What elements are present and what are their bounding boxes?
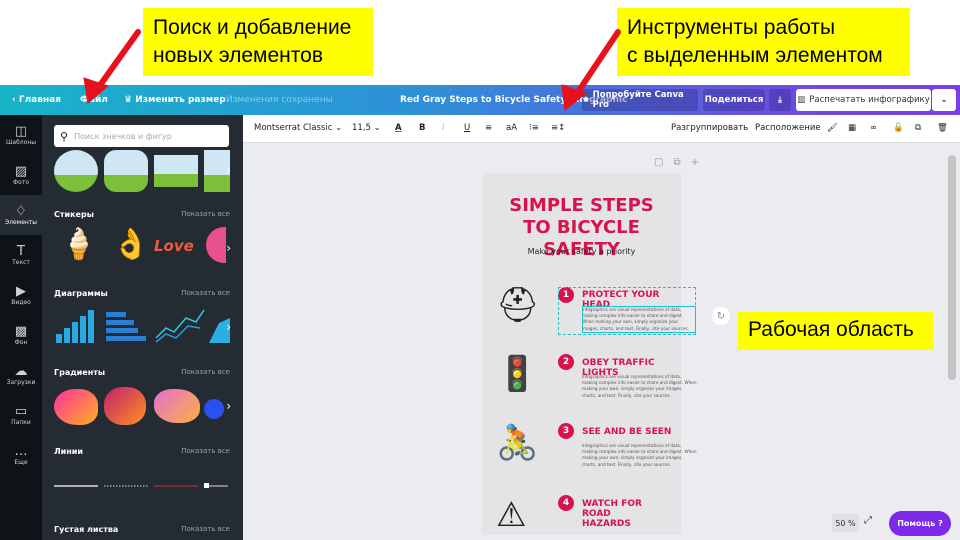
frame-circle[interactable]: [54, 150, 98, 192]
video-icon: ▶: [16, 283, 26, 299]
link-icon[interactable]: ∞: [870, 123, 877, 133]
step-title: WATCH FOR ROAD HAZARDS: [582, 499, 642, 529]
align-icon[interactable]: ≡: [485, 123, 492, 133]
section-gradients: Градиенты Показать все: [54, 368, 230, 377]
stickers-row: 🍦 👌 Love: [60, 227, 230, 272]
section-lines: Линии Показать все: [54, 447, 230, 456]
side-rail: ◫ Шаблоны ▨ Фото ♢ Элементы T Текст ▶ Видео ▩…: [0, 115, 42, 540]
shapes-icon: ♢: [15, 203, 27, 219]
elements-panel: ⚲ Поиск значков и фигур › Стикеры Показать…: [42, 115, 253, 540]
help-button[interactable]: Помощь ?: [889, 511, 951, 536]
frame-rect[interactable]: [154, 155, 198, 187]
font-select[interactable]: Montserrat Classic ⌄: [254, 123, 342, 133]
duplicate-icon[interactable]: ⧉: [915, 123, 921, 133]
sticker-donut[interactable]: [206, 227, 226, 263]
next-chevron-icon[interactable]: ›: [226, 241, 231, 255]
show-all-link[interactable]: Показать все: [181, 525, 230, 533]
warning-icon: ⚠: [496, 495, 527, 535]
rail-folders[interactable]: ▭ Папки: [0, 395, 42, 435]
fullscreen-icon[interactable]: ⤢: [864, 515, 872, 526]
infographic-subtitle: Make your safety a priority: [527, 247, 636, 256]
frames-row: [54, 150, 230, 192]
helmet-icon: ⛑: [496, 285, 540, 325]
templates-icon: ◫: [14, 123, 28, 139]
gradient-blob[interactable]: [204, 399, 224, 419]
comment-icon[interactable]: ↻: [712, 307, 730, 325]
rail-elements[interactable]: ♢ Элементы: [0, 195, 42, 235]
section-stickers: Стикеры Показать все: [54, 210, 230, 219]
show-all-link[interactable]: Показать все: [181, 447, 230, 455]
gradient-blob[interactable]: [154, 389, 200, 423]
gradient-blob[interactable]: [54, 389, 98, 425]
rail-video[interactable]: ▶ Видео: [0, 275, 42, 315]
gradients-row: [54, 385, 230, 430]
arrow-search: [95, 29, 141, 91]
step-body: Infographics are visual representations …: [582, 443, 697, 467]
more-icon: …: [14, 443, 28, 459]
transparency-icon[interactable]: ▦: [848, 123, 856, 133]
next-chevron-icon[interactable]: ›: [226, 399, 231, 413]
copy-page-icon[interactable]: ⧉: [673, 157, 690, 168]
next-chevron-icon[interactable]: ›: [226, 320, 231, 334]
show-all-link[interactable]: Показать все: [181, 368, 230, 376]
ungroup-button[interactable]: Разгруппировать: [671, 123, 748, 133]
arrow-tools: [573, 29, 621, 98]
text-color-icon[interactable]: A: [395, 123, 402, 133]
lines-row: [54, 483, 228, 488]
traffic-light-icon: 🚦: [496, 354, 539, 394]
show-all-link[interactable]: Показать все: [181, 210, 230, 218]
selection-inner: [582, 306, 696, 333]
rail-more[interactable]: … Еще: [0, 435, 42, 475]
search-icon: ⚲: [60, 129, 69, 143]
rail-text[interactable]: T Текст: [0, 235, 42, 275]
sticker-ok-hand[interactable]: 👌: [112, 227, 149, 262]
photo-icon: ▨: [14, 163, 28, 179]
gradient-blob[interactable]: [104, 387, 146, 425]
vertical-scrollbar[interactable]: [948, 155, 956, 380]
search-input[interactable]: ⚲ Поиск значков и фигур: [54, 125, 229, 147]
infographic-page[interactable]: SIMPLE STEPS TO BICYCLE SAFETY Make your …: [482, 173, 697, 535]
add-page-icon[interactable]: +: [691, 157, 709, 168]
section-charts: Диаграммы Показать все: [54, 289, 230, 298]
rail-templates[interactable]: ◫ Шаблоны: [0, 115, 42, 155]
sticker-icecream[interactable]: 🍦: [60, 227, 97, 262]
callout-workspace: Рабочая область: [738, 312, 933, 350]
italic-button[interactable]: I: [442, 123, 445, 133]
zoom-level[interactable]: 50 %: [832, 514, 859, 532]
note-icon[interactable]: ▢: [654, 157, 673, 168]
frame-scalloped[interactable]: [104, 150, 148, 192]
editor-toolbar: Montserrat Classic ⌄ 11,5 ⌄ A B I U ≡ aA…: [243, 115, 960, 143]
cyclist-icon: 🚴: [496, 423, 539, 463]
lock-icon[interactable]: 🔓: [893, 123, 904, 133]
text-icon: T: [17, 243, 25, 259]
rail-photos[interactable]: ▨ Фото: [0, 155, 42, 195]
next-chevron-icon[interactable]: ›: [226, 163, 231, 177]
step-number: 4: [558, 495, 574, 511]
step-number: 3: [558, 423, 574, 439]
spacing-icon[interactable]: ≡↕: [551, 123, 565, 133]
upload-icon: ☁: [14, 363, 28, 379]
folder-icon: ▭: [14, 403, 28, 419]
case-button[interactable]: aA: [506, 123, 517, 133]
step-body: Infographics are visual representations …: [582, 374, 697, 398]
paint-roller-icon[interactable]: 🖌: [827, 123, 838, 133]
font-size-select[interactable]: 11,5 ⌄: [352, 123, 381, 133]
step-number: 2: [558, 354, 574, 370]
trash-icon[interactable]: 🗑: [937, 123, 948, 133]
arrange-button[interactable]: Расположение: [755, 123, 821, 133]
underline-button[interactable]: U: [464, 123, 470, 133]
charts-row: [56, 309, 230, 343]
step-title: SEE AND BE SEEN: [582, 427, 672, 437]
rail-uploads[interactable]: ☁ Загрузки: [0, 355, 42, 395]
list-icon[interactable]: ⁝≡: [529, 123, 539, 133]
bold-button[interactable]: B: [419, 123, 425, 133]
show-all-link[interactable]: Показать все: [181, 289, 230, 297]
section-foliage: Густая листва Показать все: [54, 525, 230, 534]
rail-background[interactable]: ▩ Фон: [0, 315, 42, 355]
page-actions: ▢⧉+: [654, 157, 709, 168]
background-icon: ▩: [14, 323, 28, 339]
sticker-love[interactable]: Love: [154, 237, 194, 255]
